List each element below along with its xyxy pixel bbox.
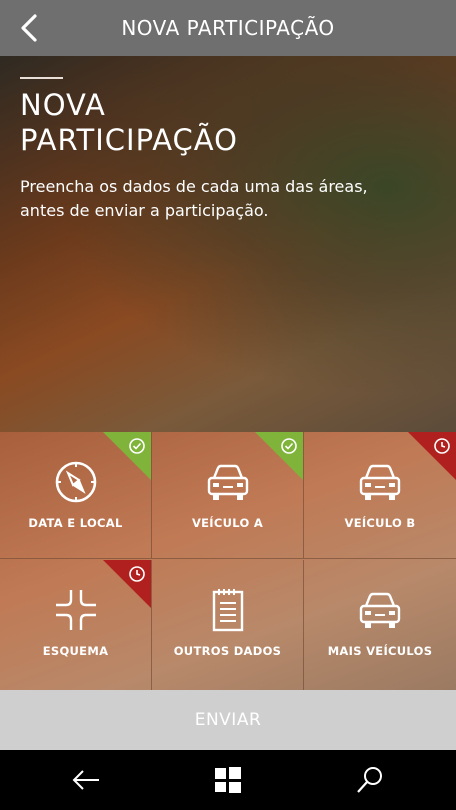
- car-icon: [359, 592, 401, 628]
- tile-label: VEÍCULO A: [191, 516, 264, 530]
- windows-logo-icon[interactable]: [212, 764, 244, 796]
- system-nav-bar: [0, 750, 456, 810]
- notepad-icon: [212, 589, 243, 632]
- compass-icon: [55, 461, 96, 503]
- pending-status-badge: [408, 432, 456, 480]
- hero-banner: NOVA PARTICIPAÇÃO Preencha os dados de c…: [0, 56, 456, 432]
- hero-title: NOVA PARTICIPAÇÃO: [20, 88, 238, 157]
- car-icon: [207, 464, 248, 500]
- car-icon: [359, 464, 401, 500]
- tile-data-e-local[interactable]: DATA E LOCAL: [0, 432, 152, 559]
- page-title: NOVA PARTICIPAÇÃO: [121, 16, 335, 40]
- search-icon[interactable]: [354, 764, 386, 796]
- enviar-button[interactable]: ENVIAR: [0, 690, 456, 750]
- tile-label: DATA E LOCAL: [28, 516, 123, 530]
- crossroad-icon: [55, 590, 96, 630]
- app-header: NOVA PARTICIPAÇÃO: [0, 0, 456, 56]
- pending-status-badge: [103, 560, 151, 608]
- tile-veiculo-b[interactable]: VEÍCULO B: [304, 432, 456, 559]
- tile-outros-dados[interactable]: OUTROS DADOS: [152, 560, 304, 690]
- tile-label: ESQUEMA: [42, 644, 109, 658]
- tile-mais-veiculos[interactable]: MAIS VEÍCULOS: [304, 560, 456, 690]
- complete-status-badge: [103, 432, 151, 480]
- back-arrow-icon[interactable]: [70, 764, 102, 796]
- complete-status-badge: [255, 432, 303, 480]
- title-divider: [20, 77, 63, 79]
- tile-label: MAIS VEÍCULOS: [327, 644, 433, 658]
- tile-label: VEÍCULO B: [344, 516, 416, 530]
- section-grid: DATA E LOCAL VEÍCULO A VEÍCULO B ESQUEMA…: [0, 432, 456, 690]
- tile-esquema[interactable]: ESQUEMA: [0, 560, 152, 690]
- tile-label: OUTROS DADOS: [173, 644, 282, 658]
- tile-veiculo-a[interactable]: VEÍCULO A: [152, 432, 304, 559]
- hero-description: Preencha os dados de cada uma das áreas,…: [20, 177, 368, 220]
